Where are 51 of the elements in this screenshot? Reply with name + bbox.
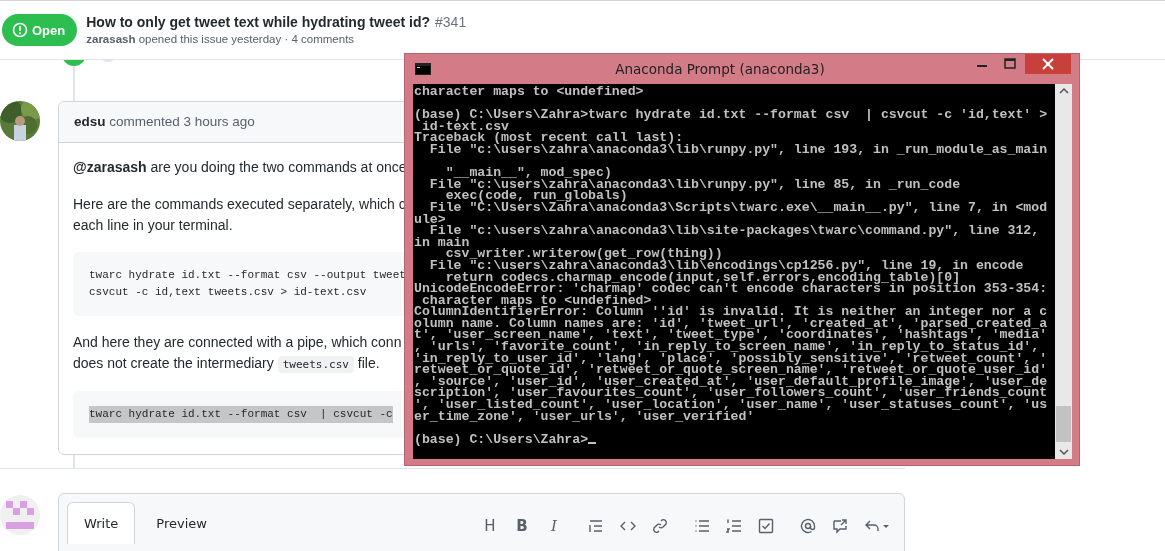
text-cursor — [588, 442, 597, 445]
comment-meta: commented 3 hours ago — [108, 114, 255, 129]
console-line: File "c:\users\zahra\anaconda3\lib\runpy.py", line 193, in _run_module_as_main — [428, 143, 1048, 156]
comment-paragraph: And here they are connected with a pipe, which conn does not create the intermediary tweets.csv file. — [73, 333, 402, 375]
console-line: File "C:\Users\Zahra\anaconda3\Scripts\twarc.exe\__main__.py", line 7, in <mod — [429, 201, 1048, 214]
issue-meta: opened this issue yesterday · 4 comments — [137, 33, 355, 45]
bullet-list-icon[interactable] — [694, 518, 710, 534]
scrollbar[interactable] — [1055, 84, 1072, 459]
numbered-list-icon[interactable] — [726, 518, 742, 534]
console-line: (base) C:\Users\Zahra>twarc hydrate id.txt --format csv | csvcut -c 'id,text' > — [414, 109, 1048, 121]
format-button[interactable]: H — [482, 517, 498, 535]
console-line: er_time_zone', 'user_urls', 'user_verified' — [414, 410, 755, 423]
status-label: Open — [32, 22, 66, 38]
console-line: t', 'user_screen_name', 'text', 'tweet_type', 'coordinates', 'hashtags', 'media' — [414, 329, 1048, 342]
reply-icon[interactable] — [864, 518, 890, 534]
format-button[interactable]: I — [546, 517, 562, 535]
issue-number: #341 — [435, 14, 467, 30]
console-line: character maps to <undefined> — [414, 86, 644, 98]
editor-tab[interactable]: Preview — [139, 502, 224, 544]
scroll-thumb[interactable] — [1056, 406, 1071, 442]
heading-list-icon[interactable] — [588, 518, 604, 534]
console-line: in main — [414, 236, 470, 249]
close-icon[interactable] — [1025, 54, 1071, 74]
identicon-avatar — [0, 495, 40, 535]
editor-tab[interactable]: Write — [67, 502, 136, 544]
scroll-up-icon[interactable] — [1058, 88, 1069, 94]
console-line: File "c:\users\zahra\anaconda3\lib\runpy.py", line 85, in _run_code — [428, 178, 961, 191]
console-line: id-text.csv — [421, 120, 509, 133]
console-line: exec(code, run_globals) — [445, 190, 628, 202]
author-link[interactable]: edsu — [74, 114, 106, 129]
author-link[interactable]: zarasash — [86, 33, 136, 45]
task-list-icon[interactable] — [758, 518, 774, 534]
console-line: character maps to <undefined> — [421, 294, 652, 307]
scroll-down-icon[interactable] — [1058, 449, 1069, 455]
console-line: olumn name. Column names are: 'id', 'tweet_url', 'created_at', 'parsed_created_a — [414, 317, 1048, 330]
console-line: File "c:\users\zahra\anaconda3\lib\site-packages\twarc\command.py", line 312, — [429, 225, 1040, 237]
mention-icon[interactable] — [800, 518, 816, 534]
terminal-icon — [415, 63, 431, 75]
console-line: 'in_reply_to_user_id', 'lang', 'place', 'possibly_sensitive', 'retweet_count', ' — [414, 352, 1048, 365]
window-title: Anaconda Prompt (anaconda3) — [614, 61, 826, 77]
issue-icon — [12, 22, 28, 38]
issue-title: How to only get tweet text while hydrating tweet id? — [86, 14, 431, 30]
console-line: retweet_or_quote_id', 'retweet_or_quote_screen_name', 'retweet_or_quote_user_id' — [414, 364, 1048, 376]
console-line: , 'source', 'user_id', 'user_created_at', 'user_default_profile_image', 'user_de — [414, 375, 1048, 388]
cross-reference-icon[interactable] — [832, 518, 848, 534]
console-line: , 'urls', 'favorite_count', 'in_reply_to_screen_name', 'in_reply_to_status_id', — [414, 341, 1041, 353]
link-icon[interactable] — [652, 518, 668, 534]
console-line: "__main__", mod_spec) — [445, 167, 612, 179]
console-line: ule> — [414, 213, 446, 226]
console-line: Traceback (most recent call last): — [414, 132, 684, 144]
format-button[interactable]: B — [514, 517, 530, 535]
